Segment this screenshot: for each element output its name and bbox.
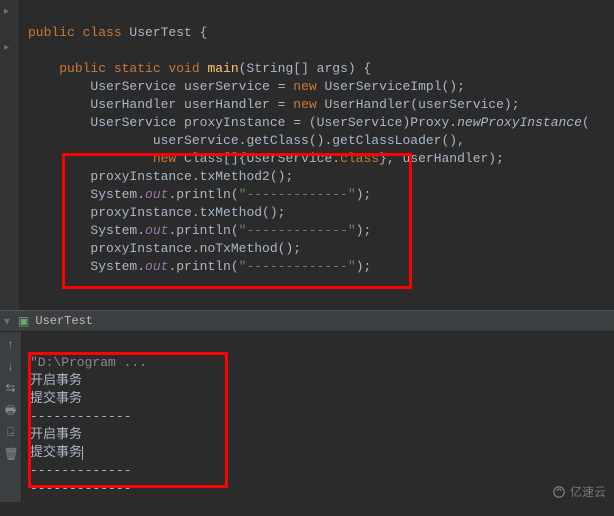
code-token: main (207, 61, 238, 76)
code-token: out (145, 187, 168, 202)
gutter: ▸ ▸ (0, 0, 18, 310)
console-line: 开启事务 (30, 373, 82, 388)
code-token: class (340, 151, 379, 166)
code-token: "-------------" (239, 187, 356, 202)
code-token: "-------------" (239, 259, 356, 274)
code-token: proxyInstance.txMethod2(); (90, 169, 293, 184)
code-token: (String[] args) { (239, 61, 372, 76)
console-line: ------------- (30, 463, 131, 478)
console-line: 提交事务 (30, 445, 82, 460)
console-line: ------------- (30, 481, 131, 496)
code-token: newProxyInstance (457, 115, 582, 130)
text-cursor (82, 446, 83, 460)
code-token: ); (356, 187, 372, 202)
code-token: UserService userService = (90, 79, 293, 94)
code-token: System. (90, 223, 145, 238)
code-token: new (293, 79, 324, 94)
code-token: System. (90, 259, 145, 274)
code-block[interactable]: public class UserTest { public static vo… (28, 6, 614, 294)
code-token: public static void (59, 61, 207, 76)
run-config-icon[interactable]: ▣ (18, 314, 29, 329)
code-token: new (153, 151, 184, 166)
code-token: Class[]{UserService. (184, 151, 340, 166)
console-line: 开启事务 (30, 427, 82, 442)
run-tab-label[interactable]: UserTest (35, 314, 93, 328)
code-token: proxyInstance.txMethod(); (90, 205, 285, 220)
editor-pane: ▸ ▸ public class UserTest { public stati… (0, 0, 614, 310)
run-toolwindow-header: ▾ ▣ UserTest (0, 310, 614, 332)
code-token: ( (582, 115, 590, 130)
console-output[interactable]: "D:\Program ... 开启事务 提交事务 ------------- … (22, 332, 614, 502)
code-token: UserTest { (129, 25, 207, 40)
watermark: 亿速云 (552, 483, 606, 500)
watermark-text: 亿速云 (570, 483, 606, 500)
up-icon[interactable]: ↑ (4, 338, 18, 352)
print-icon[interactable]: 🖶 (4, 404, 18, 418)
down-icon[interactable]: ↓ (4, 360, 18, 374)
code-token: userService.getClass().getClassLoader(), (153, 133, 465, 148)
console-line: 提交事务 (30, 391, 82, 406)
wrap-icon[interactable]: ⇆ (4, 382, 18, 396)
code-token: public class (28, 25, 129, 40)
code-token: UserHandler userHandler = (90, 97, 293, 112)
export-icon[interactable]: ⍈ (4, 426, 18, 440)
trash-icon[interactable]: 🗑 (4, 448, 18, 462)
code-token: new (293, 97, 324, 112)
code-token: ); (356, 223, 372, 238)
console-command: "D:\Program ... (30, 355, 147, 370)
collapse-icon[interactable]: ▾ (4, 314, 10, 329)
console-line: ------------- (30, 409, 131, 424)
code-token: UserHandler(userService); (324, 97, 519, 112)
code-token: out (145, 223, 168, 238)
code-token: ); (356, 259, 372, 274)
code-token: .println( (168, 223, 238, 238)
code-token: .println( (168, 259, 238, 274)
code-token: UserServiceImpl(); (324, 79, 464, 94)
console-area: ↑ ↓ ⇆ 🖶 ⍈ 🗑 "D:\Program ... 开启事务 提交事务 --… (0, 332, 614, 502)
code-token: UserService proxyInstance = (UserService… (90, 115, 457, 130)
code-token: proxyInstance.noTxMethod(); (90, 241, 301, 256)
code-token: out (145, 259, 168, 274)
code-token: "-------------" (239, 223, 356, 238)
fold-marker[interactable]: ▸ (4, 6, 9, 18)
code-token: .println( (168, 187, 238, 202)
fold-marker[interactable]: ▸ (4, 42, 9, 54)
console-toolbar: ↑ ↓ ⇆ 🖶 ⍈ 🗑 (0, 332, 22, 502)
code-token: }, userHandler); (379, 151, 504, 166)
code-token: System. (90, 187, 145, 202)
